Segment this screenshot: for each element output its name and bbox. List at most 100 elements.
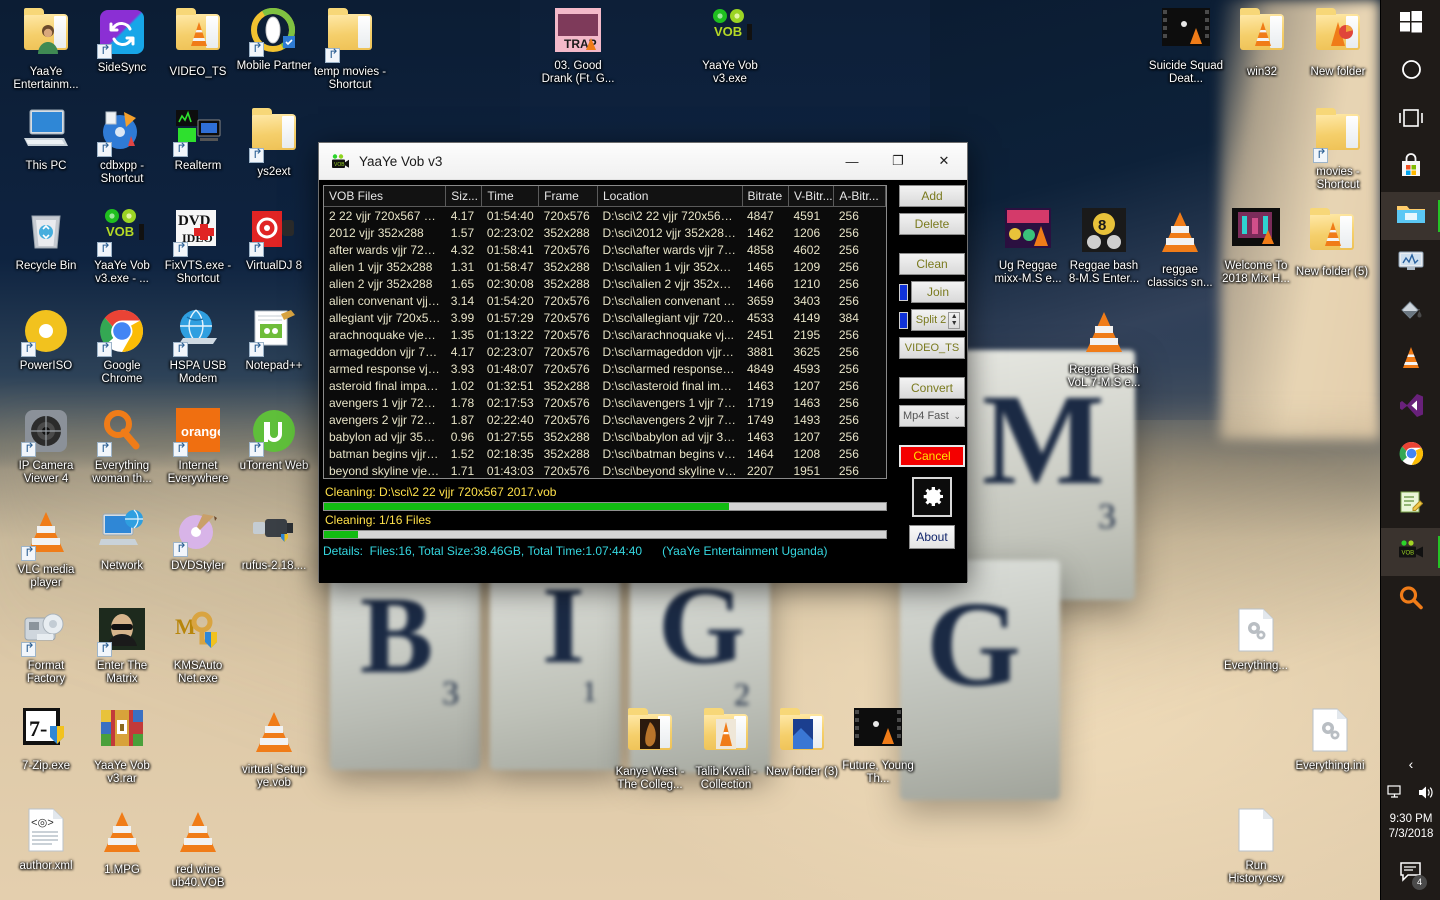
add-button[interactable]: Add [899,185,965,207]
maximize-button[interactable]: ❐ [875,143,921,179]
table-body[interactable]: 2 22 vjjr 720x567 20... 4.17 01:54:40 720x5… [324,207,886,479]
taskbar-paint-bucket-app[interactable] [1381,288,1440,336]
desktop-icon[interactable]: PowerISO [8,308,84,373]
desktop-icon[interactable]: DVDStyler [160,508,236,573]
action-center-button[interactable]: 4 [1381,861,1440,890]
taskbar-google-chrome[interactable] [1381,432,1440,480]
about-button[interactable]: About [909,525,955,549]
minimize-button[interactable]: — [829,143,875,179]
desktop-icon[interactable]: VIDEO_TS [160,8,236,79]
desktop-icon[interactable]: Run History.csv [1218,808,1294,885]
desktop-icon[interactable]: This PC [8,108,84,173]
taskbar-notepad-app[interactable] [1381,480,1440,528]
column-header[interactable]: Time [481,186,540,207]
table-row[interactable]: after wards vjjr 720x... 4.32 01:58:41 720x… [324,241,886,258]
desktop-icon[interactable]: reggae classics sn... [1142,208,1218,289]
desktop-icon[interactable]: Kanye West - The Colleg... [612,708,688,791]
delete-button[interactable]: Delete [899,213,965,235]
table-row[interactable]: armageddon vjjr 720... 4.17 02:23:07 720x57… [324,343,886,360]
desktop-icon[interactable]: YaaYe Vob v3.rar [84,708,160,785]
desktop-icon[interactable]: New folder [1300,8,1376,79]
desktop-icon[interactable]: ys2ext [236,108,312,179]
desktop-icon[interactable]: SideSync [84,8,160,75]
video-ts-button[interactable]: VIDEO_TS [899,337,965,359]
desktop-icon[interactable]: 7- 7-Zip.exe [8,707,84,773]
column-header[interactable]: Frame [538,186,598,207]
desktop-icon[interactable]: rufus-2.18.... [236,508,312,573]
table-row[interactable]: beyond skyline vjem... 1.71 01:43:03 720x57… [324,462,886,478]
desktop-icon[interactable]: Everything.ini [1292,708,1368,773]
column-header[interactable]: VOB Files [324,186,447,207]
desktop-icon[interactable]: Talib Kwali - Collection [688,708,764,791]
settings-button[interactable] [912,477,952,517]
cancel-button[interactable]: Cancel [899,445,965,467]
desktop-icon[interactable]: M KMSAuto Net.exe [160,608,236,685]
desktop-icon[interactable]: Suicide Squad Deat... [1148,8,1224,85]
desktop-icon[interactable]: DVDIDEO FixVTS.exe - Shortcut [160,208,236,285]
desktop-icon[interactable]: Realterm [160,108,236,173]
clock[interactable]: 9:30 PM 7/3/2018 [1381,812,1440,842]
table-row[interactable]: allegiant vjjr 720x576 3.99 01:57:29 720x57… [324,309,886,326]
desktop-icon[interactable]: movies - Shortcut [1300,108,1376,191]
desktop-icon[interactable]: cdbxpp - Shortcut [84,108,160,185]
table-row[interactable]: asteroid final impact ... 1.02 01:32:51 352… [324,377,886,394]
format-select[interactable]: Mp4 Fast ⌄ [899,405,965,427]
desktop-icon[interactable]: Format Factory [8,608,84,685]
table-row[interactable]: batman begins vjjr 3... 1.52 02:18:35 352x2… [324,445,886,462]
table-row[interactable]: arachnoquake vjem... 1.35 01:13:22 720x576 D… [324,326,886,343]
desktop-icon[interactable]: Future, Young Th... [840,708,916,785]
table-row[interactable]: 2012 vjjr 352x288 1.57 02:23:02 352x288 D:\s… [324,224,886,241]
volume-icon[interactable] [1417,785,1435,805]
show-hidden-icons-button[interactable]: ‹ [1381,756,1440,772]
desktop-icon[interactable]: 1.MPG [84,808,160,877]
taskbar-file-explorer[interactable] [1381,192,1440,240]
desktop-icon[interactable]: New folder (3) [764,708,840,779]
taskbar-start-button[interactable] [1381,0,1440,48]
desktop-icon[interactable]: win32 [1224,8,1300,79]
close-button[interactable]: ✕ [921,143,967,179]
column-header[interactable]: V-Bitr... [788,186,835,207]
desktop-icon[interactable]: HSPA USB Modem [160,308,236,385]
join-button[interactable]: Join [911,281,965,303]
desktop-icon[interactable]: VOB YaaYe Vob v3.exe - ... [84,208,160,285]
column-header[interactable]: Bitrate [742,186,789,207]
desktop-icon[interactable]: VLC media player [8,508,84,589]
desktop-icon[interactable]: Recycle Bin [8,208,84,273]
split-checkbox[interactable] [899,311,908,329]
desktop-icon[interactable]: VirtualDJ 8 [236,208,312,273]
desktop-icon[interactable]: 8 Reggae bash 8-M.S Enter... [1066,208,1142,285]
vob-file-list[interactable]: VOB Files Siz... Time Frame Location Bitrate V… [323,185,887,479]
convert-button[interactable]: Convert [899,377,965,399]
desktop-icon[interactable]: virtual Setup ye.vob [236,708,312,789]
desktop-icon[interactable]: YaaYe Entertainm... [8,8,84,91]
desktop-icon[interactable]: Everything... [1218,608,1294,673]
taskbar-visual-studio[interactable] [1381,384,1440,432]
taskbar-everything-search[interactable] [1381,576,1440,624]
desktop-icon[interactable]: New folder (5) [1294,208,1370,279]
table-row[interactable]: avengers 2 vjjr 720x... 1.87 02:22:40 720x5… [324,411,886,428]
table-row[interactable]: armed response vjjr ... 3.93 01:48:07 720x5… [324,360,886,377]
desktop-icon[interactable]: Enter The Matrix [84,608,160,685]
desktop-icon[interactable]: Ug Reggae mixx-M.S e... [990,208,1066,285]
desktop-icon[interactable]: red wine ub40.VOB [160,808,236,889]
desktop-icon[interactable]: uTorrent Web [236,408,312,473]
table-row[interactable]: alien convenant vjjr7... 3.14 01:54:20 720x… [324,292,886,309]
desktop-icon[interactable]: Google Chrome [84,308,160,385]
table-row[interactable]: 2 22 vjjr 720x567 20... 4.17 01:54:40 720x5… [324,207,886,225]
taskbar-performance-monitor[interactable] [1381,240,1440,288]
desktop-icon[interactable]: Reggae Bash VoL.7-M.S e... [1066,308,1142,389]
taskbar-vlc-media-player[interactable] [1381,336,1440,384]
network-icon[interactable] [1387,785,1404,805]
desktop-icon[interactable]: <◎> author.xml [8,808,84,873]
taskbar-cortana-button[interactable] [1381,48,1440,96]
table-row[interactable]: avengers 1 vjjr 720x... 1.78 02:17:53 720x5… [324,394,886,411]
join-checkbox[interactable] [899,283,908,301]
desktop-icon[interactable]: Welcome To 2018 Mix H... [1218,208,1294,285]
desktop-icon[interactable]: orange Internet Everywhere [160,408,236,485]
desktop-icon[interactable]: Network [84,508,160,573]
taskbar-microsoft-store[interactable] [1381,144,1440,192]
table-row[interactable]: alien 2 vjjr 352x288 1.65 02:30:08 352x288 D… [324,275,886,292]
taskbar-task-view-button[interactable] [1381,96,1440,144]
column-header[interactable]: A-Bitr... [833,186,886,207]
desktop-icon[interactable]: Notepad++ [236,308,312,373]
